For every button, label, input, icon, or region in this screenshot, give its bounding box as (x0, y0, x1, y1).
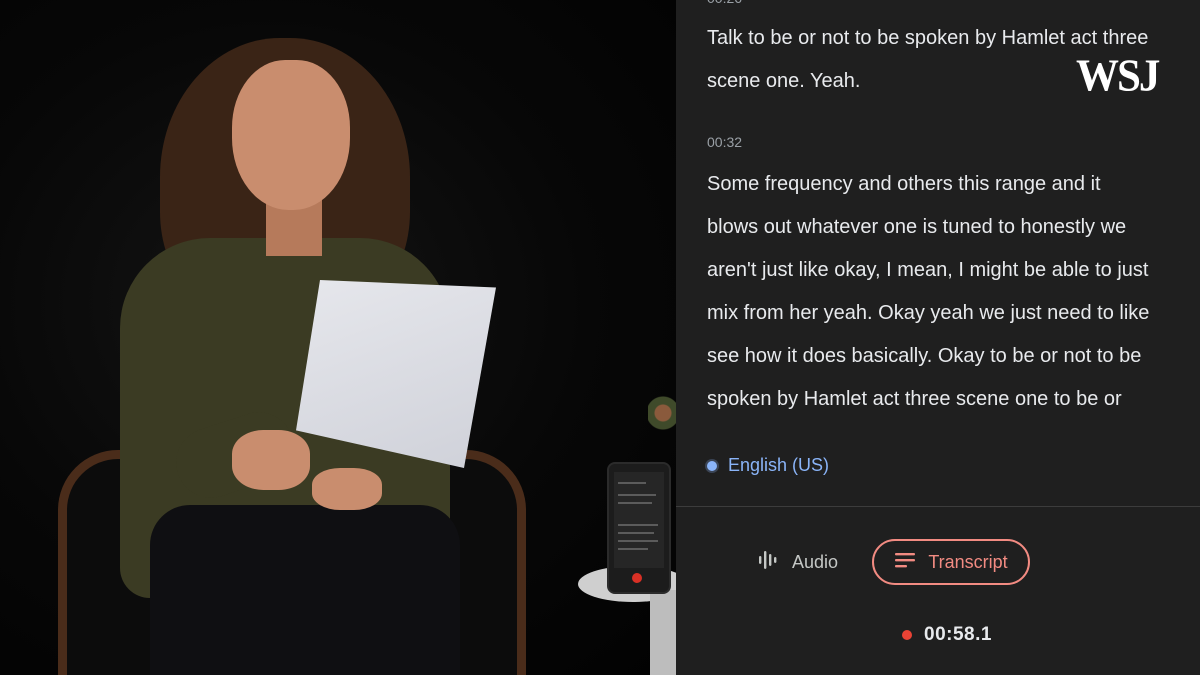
transcript-line: aren't just like okay, I mean, I might b… (707, 259, 1149, 281)
transcript-line: Some frequency and others this range and… (707, 173, 1101, 195)
transcript-line: blows out whatever one is tuned to hones… (707, 216, 1127, 238)
tab-audio-label: Audio (792, 551, 839, 572)
recording-timer: 00:58.1 (902, 624, 992, 646)
transcript-lines-icon (894, 551, 916, 574)
language-indicator: English (US) (707, 455, 829, 476)
transcript-segment: 00:26 (707, 0, 1193, 8)
transcript-segment: 00:32 (707, 132, 1193, 152)
waveform-icon (758, 548, 780, 577)
tab-audio[interactable]: Audio (758, 540, 838, 584)
tab-transcript[interactable]: Transcript (872, 539, 1030, 585)
transcript-line: mix from her yeah. Okay yeah we just nee… (707, 302, 1150, 324)
divider (676, 506, 1200, 507)
wsj-watermark-logo: WSJ (1076, 51, 1160, 102)
tab-transcript-label: Transcript (928, 551, 1008, 572)
recording-dot-icon (902, 630, 912, 640)
speaker (0, 0, 676, 675)
language-label: English (US) (728, 455, 830, 475)
segment-timestamp: 00:26 (707, 0, 1193, 8)
transcript-line: spoken by Hamlet act three scene one to … (707, 388, 1122, 410)
elapsed-time: 00:58.1 (924, 624, 992, 645)
segment-timestamp: 00:32 (707, 134, 743, 150)
video-frame (0, 0, 676, 675)
transcript-segment-text: Some frequency and others this range and… (707, 163, 1193, 421)
recorder-app: 00:26 Talk to be or not to be spoken by … (676, 0, 1200, 675)
language-dot-icon (707, 460, 717, 471)
transcript-line: see how it does basically. Okay to be or… (707, 345, 1142, 367)
